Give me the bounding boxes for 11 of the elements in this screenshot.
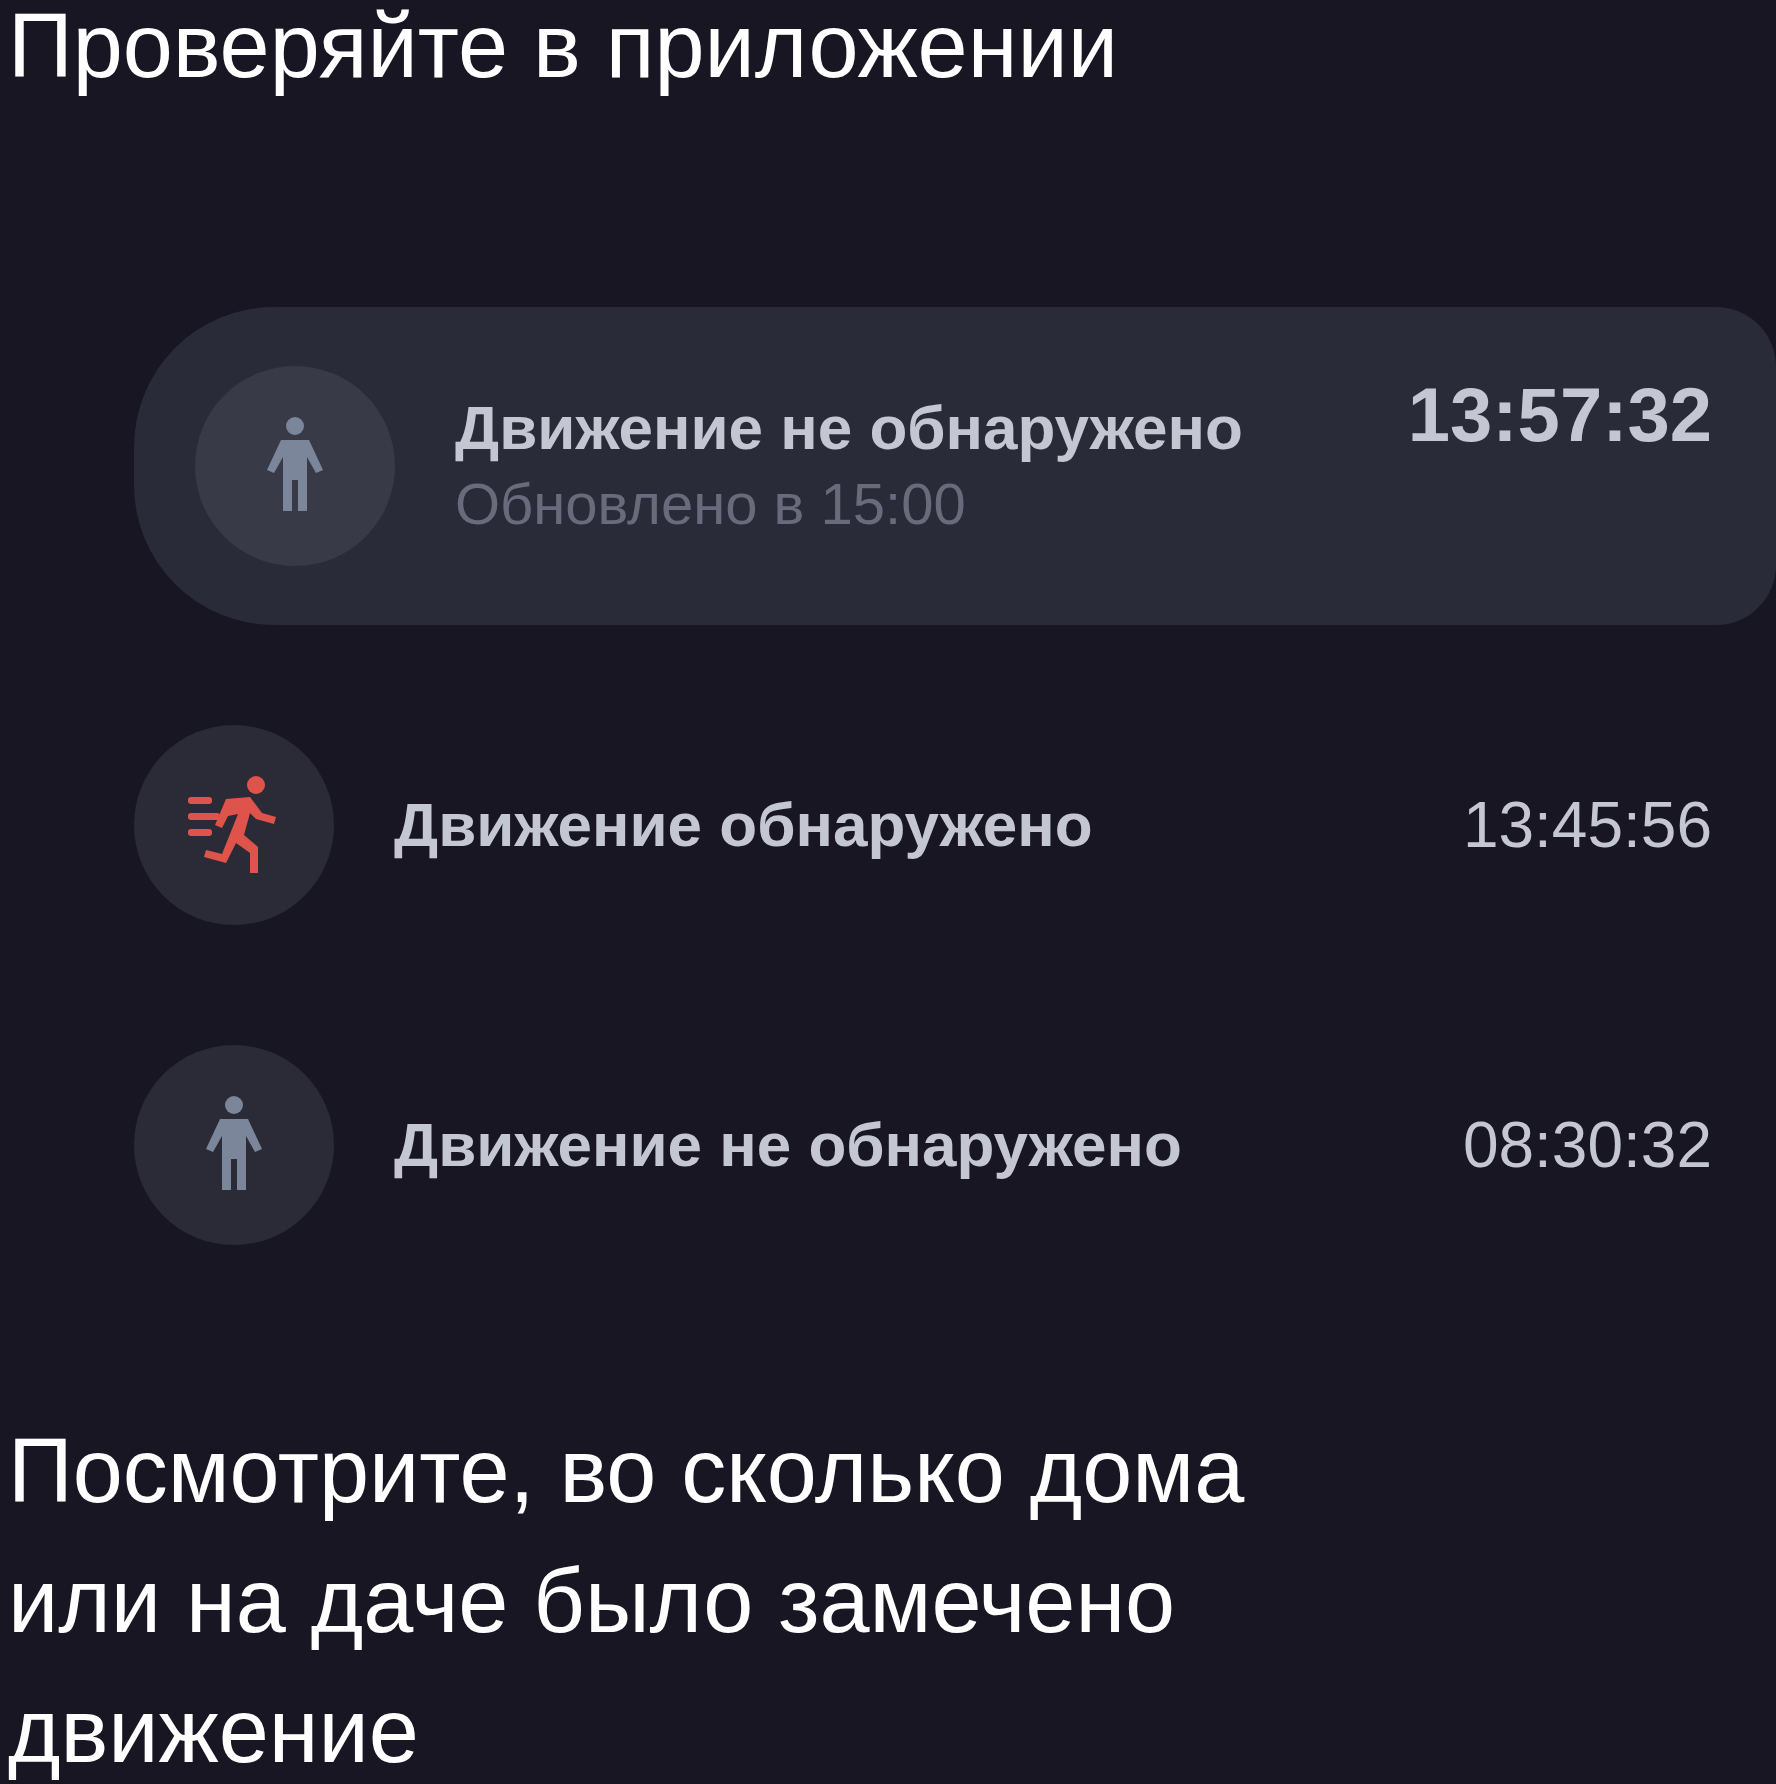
event-title: Движение не обнаружено — [394, 1108, 1183, 1181]
event-card[interactable]: Движение не обнаружено Обновлено в 15:00 13:57:32 — [134, 307, 1776, 625]
event-time: 08:30:32 — [1462, 1108, 1712, 1183]
event-row[interactable]: Движение не обнаружено 08:30:32 — [134, 1045, 1776, 1245]
event-time: 13:45:56 — [1462, 788, 1712, 863]
caption: Посмотрите, во сколько дома или на даче было замечено движение — [7, 1420, 1246, 1783]
event-title: Движение не обнаружено — [455, 392, 1244, 465]
event-title: Движение обнаружено — [394, 788, 1094, 861]
event-time: 13:57:32 — [1407, 371, 1712, 459]
event-subtitle: Обновлено в 15:00 — [455, 469, 967, 538]
event-row[interactable]: Движение обнаружено 13:45:56 — [134, 725, 1776, 925]
